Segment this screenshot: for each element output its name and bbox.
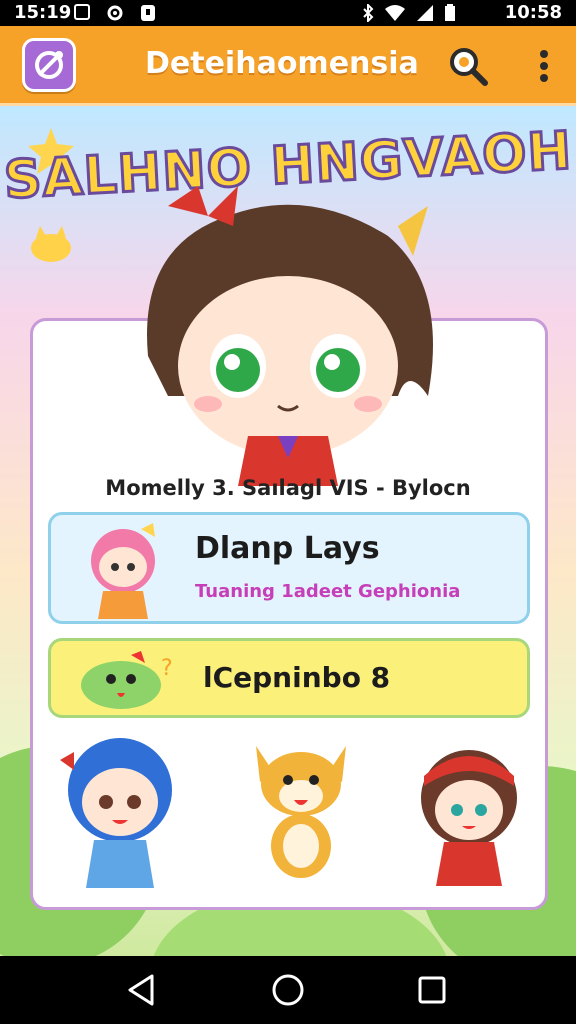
home-icon[interactable] xyxy=(270,972,306,1008)
status-time: 15:19 xyxy=(14,2,72,23)
notification-icon xyxy=(141,5,155,21)
wifi-icon xyxy=(385,5,405,21)
search-icon[interactable] xyxy=(446,44,490,88)
cat-sticker-icon xyxy=(31,226,71,262)
pink-hair-girl-avatar xyxy=(91,523,155,619)
back-icon[interactable] xyxy=(124,972,160,1008)
main-character-illustration xyxy=(147,186,433,486)
list-item[interactable]: ? lCepninbo 8 xyxy=(48,638,530,718)
more-vert-icon[interactable] xyxy=(530,46,558,86)
app-logo-icon[interactable] xyxy=(22,38,76,92)
main-content: SALHNO HNGVAOH Momelly 3. Saılagl VIS - … xyxy=(0,106,576,956)
list-item-title: Dlanp Lays xyxy=(195,531,380,566)
list-item[interactable]: Dlanp Lays Tuaning 1adeet Gephionia xyxy=(48,512,530,624)
image-icon xyxy=(74,4,90,20)
bluetooth-icon xyxy=(363,4,374,22)
app-bar: Deteihaomensia xyxy=(0,26,576,106)
card-subtitle: Momelly 3. Saılagl VIS - Bylocn xyxy=(105,476,471,500)
battery-icon xyxy=(445,4,455,21)
orange-fox-character xyxy=(256,746,346,878)
svg-text:?: ? xyxy=(161,656,173,681)
status-bar: 15:19 10:58 xyxy=(0,0,576,26)
status-clock: 10:58 xyxy=(504,2,562,23)
signal-icon xyxy=(417,5,433,21)
recents-icon[interactable] xyxy=(414,972,450,1008)
app-logo-glyph xyxy=(35,51,63,79)
app-title: Deteihaomensia xyxy=(145,46,419,81)
status-icons-left xyxy=(74,4,156,22)
blue-hair-girl-character xyxy=(60,738,172,888)
red-hat-girl-character xyxy=(421,750,517,886)
list-item-subtitle: Tuaning 1adeet Gephionia xyxy=(195,581,461,602)
navigation-bar xyxy=(0,956,576,1024)
green-dino-avatar: ? xyxy=(81,651,173,709)
status-icons-right xyxy=(362,4,456,22)
settings-icon xyxy=(107,5,123,21)
list-item-title: lCepninbo 8 xyxy=(203,661,391,694)
